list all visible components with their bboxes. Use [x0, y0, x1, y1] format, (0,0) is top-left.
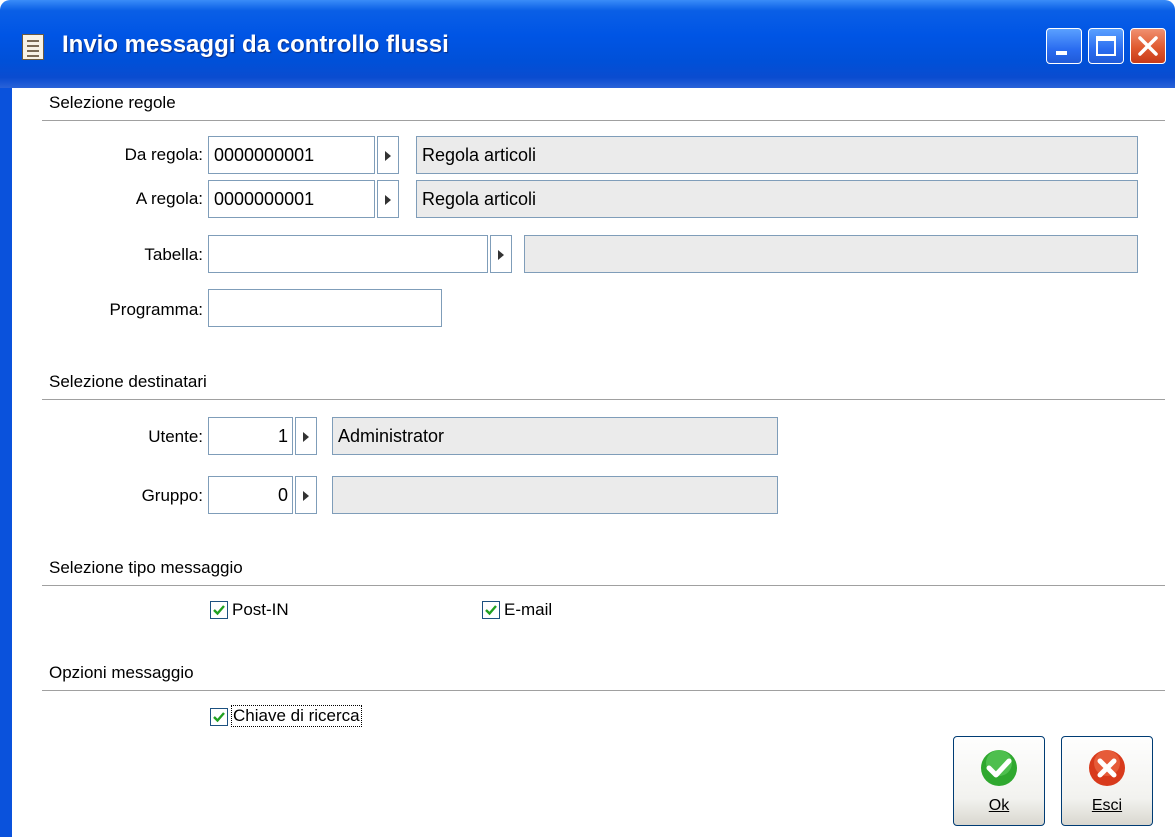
document-icon — [22, 34, 44, 60]
close-icon — [1138, 36, 1158, 56]
ok-button[interactable]: Ok — [953, 736, 1045, 826]
gruppo-code-field[interactable]: 0 — [208, 476, 293, 514]
utente-zoom-button[interactable] — [295, 417, 317, 455]
gruppo-zoom-button[interactable] — [295, 476, 317, 514]
section-title-destinatari: Selezione destinatari — [49, 372, 207, 391]
chiave-ricerca-label[interactable]: Chiave di ricerca — [231, 705, 362, 727]
section-title-regole: Selezione regole — [49, 93, 176, 112]
window-frame-left — [0, 88, 12, 837]
section-separator — [42, 690, 1165, 692]
utente-code-field[interactable]: 1 — [208, 417, 293, 455]
maximize-button[interactable] — [1088, 28, 1124, 64]
window-title: Invio messaggi da controllo flussi — [62, 31, 449, 58]
close-button[interactable] — [1130, 28, 1166, 64]
chiave-ricerca-checkbox[interactable] — [210, 708, 228, 726]
utente-description: Administrator — [332, 417, 778, 455]
dialog-window: Invio messaggi da controllo flussi Selez… — [0, 0, 1175, 837]
da-regola-label: Da regola: — [124, 145, 203, 164]
utente-label: Utente: — [148, 427, 203, 446]
tabella-code-field[interactable] — [208, 235, 488, 273]
da-regola-description: Regola articoli — [416, 136, 1138, 174]
section-separator — [42, 399, 1165, 401]
gruppo-label: Gruppo: — [141, 486, 203, 505]
esci-button[interactable]: Esci — [1061, 736, 1153, 826]
programma-field[interactable] — [208, 289, 442, 327]
check-mark-icon — [213, 712, 225, 723]
check-mark-icon — [485, 605, 497, 616]
tabella-zoom-button[interactable] — [490, 235, 512, 273]
gruppo-description — [332, 476, 778, 514]
post-in-checkbox[interactable] — [210, 601, 228, 619]
dialog-content: Selezione regole Da regola: 0000000001 R… — [12, 88, 1175, 837]
tabella-description — [524, 235, 1138, 273]
a-regola-zoom-button[interactable] — [377, 180, 399, 218]
check-icon — [981, 750, 1017, 786]
tabella-label: Tabella: — [144, 245, 203, 264]
minimize-button[interactable] — [1046, 28, 1082, 64]
title-bar[interactable]: Invio messaggi da controllo flussi — [0, 0, 1175, 88]
email-checkbox[interactable] — [482, 601, 500, 619]
post-in-label[interactable]: Post-IN — [232, 600, 289, 620]
a-regola-description: Regola articoli — [416, 180, 1138, 218]
section-title-tipo-messaggio: Selezione tipo messaggio — [49, 558, 243, 577]
cancel-icon — [1089, 750, 1125, 786]
a-regola-label: A regola: — [135, 189, 203, 208]
section-separator — [42, 120, 1165, 122]
esci-button-label: Esci — [1091, 797, 1123, 814]
section-separator — [42, 585, 1165, 587]
programma-label: Programma: — [109, 300, 203, 319]
maximize-icon — [1096, 36, 1116, 56]
minimize-icon — [1056, 51, 1067, 55]
da-regola-code-field[interactable]: 0000000001 — [208, 136, 375, 174]
da-regola-zoom-button[interactable] — [377, 136, 399, 174]
check-mark-icon — [213, 605, 225, 616]
email-label[interactable]: E-mail — [504, 600, 552, 620]
section-title-opzioni: Opzioni messaggio — [49, 663, 194, 682]
ok-button-label: Ok — [988, 797, 1010, 814]
a-regola-code-field[interactable]: 0000000001 — [208, 180, 375, 218]
